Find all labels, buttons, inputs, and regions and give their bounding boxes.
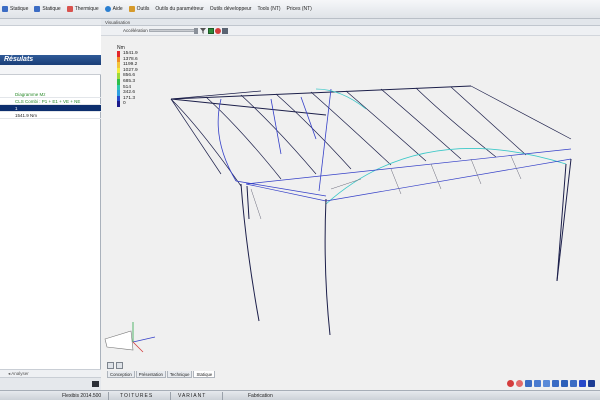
legend-entry: 0 <box>117 101 151 107</box>
status-separator <box>170 392 171 400</box>
menu-prices-nt[interactable]: Prices (NT) <box>287 6 312 12</box>
toitures-label: TOITURES <box>120 393 154 399</box>
visualisation-viewport[interactable]: Visualisation Accélération Nm 1541.9 137… <box>101 19 600 390</box>
result-row-value[interactable]: 1541.9 Nm <box>0 112 101 119</box>
help-icon <box>104 6 111 12</box>
view-back-icon[interactable] <box>534 380 541 387</box>
legend-swatch <box>117 101 120 107</box>
thermique-icon <box>66 6 73 12</box>
menu-aide-label: Aide <box>112 6 123 12</box>
columns <box>240 158 572 336</box>
result-row-combination[interactable]: CLS Combi : P1 + E1 + VE + NE <box>0 98 101 105</box>
color-legend: Nm 1541.9 1378.6 1199.2 1027.9 856.6 685… <box>117 45 151 107</box>
variant-label: VARIANT <box>178 393 207 399</box>
tab-presentation[interactable]: Présentation <box>135 371 166 378</box>
menu-outils-label: Outils <box>136 6 150 12</box>
bottom-chord <box>245 148 572 202</box>
menu-statique-label: Statique <box>10 6 29 12</box>
tie-beam <box>315 88 567 205</box>
menu-prices-nt-label: Prices (NT) <box>286 6 312 12</box>
tab-technique[interactable]: Technique <box>166 371 193 378</box>
rafters <box>170 85 572 187</box>
results-title: Résulats <box>0 55 101 65</box>
fabrication-label: Fabrication <box>248 393 273 399</box>
frame-structure-3d[interactable] <box>101 19 600 390</box>
menu-thermique[interactable]: Thermique <box>66 6 99 12</box>
tab-conception[interactable]: Conception <box>107 371 135 378</box>
menu-statique-2[interactable]: Statique <box>34 6 61 12</box>
menu-tools-nt-label: Tools (NT) <box>257 6 281 12</box>
axis-tripod-icon <box>104 322 156 353</box>
results-panel: Résulats Diagramme Mz CLS Combi : P1 + E… <box>0 19 101 390</box>
view-left-icon[interactable] <box>543 380 550 387</box>
menu-bar: Statique Statique Thermique Aide Outils … <box>0 0 600 19</box>
tab-statique[interactable]: Statique <box>193 371 216 378</box>
menu-statique-2-label: Statique <box>42 6 61 12</box>
statique2-icon <box>34 6 41 12</box>
left-panel-blank <box>0 26 101 55</box>
record-icon[interactable] <box>507 380 514 387</box>
menu-thermique-label: Thermique <box>74 6 99 12</box>
view-front-icon[interactable] <box>525 380 532 387</box>
status-separator <box>108 392 109 400</box>
view-right-icon[interactable] <box>552 380 559 387</box>
menu-outils-parametreur[interactable]: Outils du paramétreur <box>155 6 203 12</box>
menu-outils-parametreur-label: Outils du paramétreur <box>155 6 204 12</box>
menu-outils-developpeur-label: Outils développeur <box>209 6 252 12</box>
menu-tools-nt[interactable]: Tools (NT) <box>257 6 280 12</box>
left-panel-topbar <box>0 19 101 26</box>
results-toolbar <box>0 65 101 75</box>
view-tabs: Conception Présentation Technique Statiq… <box>107 371 216 379</box>
viewport-bottom-toolbar <box>505 377 600 390</box>
status-separator <box>222 392 223 400</box>
left-gable <box>217 88 332 197</box>
footer-button[interactable] <box>92 381 99 387</box>
view-iso-icon[interactable] <box>570 380 577 387</box>
menu-outils-developpeur[interactable]: Outils développeur <box>210 6 252 12</box>
legend-value: 0 <box>123 101 126 107</box>
view-icon[interactable] <box>107 362 114 369</box>
menu-aide[interactable]: Aide <box>104 6 123 12</box>
menu-outils[interactable]: Outils <box>128 6 150 12</box>
zoom-icon[interactable] <box>579 380 586 387</box>
result-row-diagram[interactable]: Diagramme Mz <box>0 91 101 98</box>
analyser-toggle[interactable]: ◂ Analyser <box>0 369 101 377</box>
result-row-selected[interactable]: 1 <box>0 105 101 112</box>
layers-icon[interactable] <box>116 362 123 369</box>
menu-statique[interactable]: Statique <box>2 6 28 12</box>
status-bar: Flexibis 2014.500 TOITURES VARIANT Fabri… <box>0 390 600 400</box>
left-panel-footer <box>0 377 101 390</box>
statique-icon <box>2 6 8 12</box>
view-top-icon[interactable] <box>561 380 568 387</box>
version-label: Flexibis 2014.500 <box>62 393 102 399</box>
tools-icon <box>128 6 135 12</box>
fit-icon[interactable] <box>588 380 595 387</box>
results-list: Diagramme Mz CLS Combi : P1 + E1 + VE + … <box>0 91 101 119</box>
stop-icon[interactable] <box>516 380 523 387</box>
